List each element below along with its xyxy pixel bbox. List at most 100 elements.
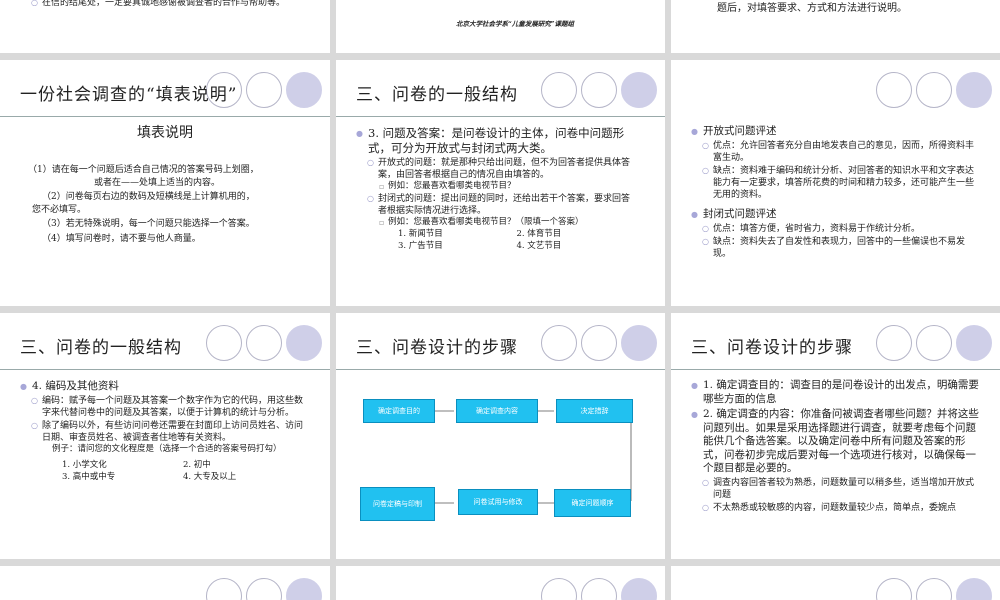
slide-thumbnail[interactable]: 三、问卷的一般结构 4. 编码及其他资料 编码：赋予每一个问题及其答案一个数字作…: [0, 313, 330, 559]
list-item: （1）请在每一个问题后适合自己情况的答案号码上划圈，: [28, 165, 259, 175]
circle-icon: [246, 72, 282, 108]
option: 3. 高中或中专: [62, 472, 116, 482]
bullet-open: 开放式的问题：就是那种只给出问题，但不为回答者提供具体答案，由回答者根据自己的情…: [356, 157, 635, 181]
options-row: 1. 小学文化 2. 初中: [20, 459, 304, 471]
slide-thumbnail[interactable]: 三、问卷的一般结构 3. 问题及答案：是问卷设计的主体，问卷中问题形式，可分为开…: [336, 60, 665, 306]
decoration-circles: [876, 72, 992, 108]
open-pro: 优点：允许回答者充分自由地发表自己的意见，因而，所得资料丰富生动。: [691, 140, 974, 164]
divider: [0, 116, 330, 117]
options-row: 3. 高中或中专 4. 大专及以上: [20, 471, 304, 483]
slide-body: 3. 问题及答案：是问卷设计的主体，问卷中问题形式，可分为开放式与封闭式两大类。…: [356, 120, 635, 252]
open-con: 缺点：资料难于编码和统计分析、对回答者的知识水平和文字表达能力有一定要求，填答所…: [691, 165, 974, 201]
slide-thumbnail[interactable]: 三、问卷设计的步骤 1. 确定调查目的：调查目的是问卷设计的出发点，明确需要哪些…: [671, 313, 1000, 559]
decoration-circles: [206, 578, 322, 600]
circle-icon: [581, 578, 617, 600]
bullet-main: 3. 问题及答案：是问卷设计的主体，问卷中问题形式，可分为开放式与封闭式两大类。: [356, 126, 635, 156]
instructions-list: （1）请在每一个问题后适合自己情况的答案号码上划圈， 或者在——处填上适当的内容…: [28, 164, 310, 245]
flow-step-1: 确定调查目的: [363, 399, 435, 423]
circle-icon: [581, 72, 617, 108]
flow-step-3: 决定措辞: [556, 399, 633, 423]
decoration-circles: [206, 325, 322, 361]
list-item: （3）若无特殊说明，每一个问题只能选择一个答案。: [42, 219, 255, 229]
circle-icon: [876, 72, 912, 108]
slide-body: 4. 编码及其他资料 编码：赋予每一个问题及其答案一个数字作为它的代码，用这些数…: [20, 373, 304, 483]
circle-icon: [541, 72, 577, 108]
slide-text: 题后，对填答要求、方式和方法进行说明。: [717, 3, 907, 14]
slide-thumbnail[interactable]: [0, 566, 330, 600]
circle-icon: [286, 578, 322, 600]
slide-body: 开放式问题评述 优点：允许回答者充分自由地发表自己的意见，因而，所得资料丰富生动…: [691, 118, 974, 260]
options-row: 3. 广告节目 4. 文艺节目: [356, 240, 635, 252]
closed-title: 封闭式问题评述: [691, 207, 974, 222]
option: 3. 广告节目: [398, 241, 443, 251]
step-2-sub-1: 调查内容回答者较为熟悉，问题数量可以稍多些，适当增加开放式问题: [691, 477, 980, 501]
slide-thumbnail[interactable]: 开放式问题评述 优点：允许回答者充分自由地发表自己的意见，因而，所得资料丰富生动…: [671, 60, 1000, 306]
flow-step-6: 问卷定稿与印制: [360, 487, 435, 521]
slide-thumbnail[interactable]: 北京大学社会学系“儿童发展研究”课题组: [336, 0, 665, 53]
closed-example: 例如：您最喜欢看哪类电视节目？（限填一个答案）: [356, 217, 635, 228]
example: 例子：请问您的文化程度是（选择一个合适的答案号码打勾）: [52, 444, 282, 454]
step-2: 2. 确定调查的内容：你准备问被调查者哪些问题？并将这些问题列出。如果是采用选择…: [691, 408, 980, 476]
circle-icon: [916, 325, 952, 361]
circle-icon: [246, 325, 282, 361]
option: 4. 大专及以上: [183, 472, 237, 482]
open-title: 开放式问题评述: [691, 124, 974, 139]
step-1: 1. 确定调查目的：调查目的是问卷设计的出发点，明确需要哪些方面的信息: [691, 379, 980, 406]
step-2-sub-2: 不太熟悉或较敏感的内容，问题数量较少点，简单点，委婉点: [691, 502, 980, 514]
list-item: 您不必填写。: [32, 204, 87, 215]
option: 2. 初中: [183, 460, 211, 470]
slide-subtitle: 填表说明: [137, 125, 193, 141]
circle-icon: [916, 72, 952, 108]
decoration-circles: [876, 578, 992, 600]
flow-connectors: [433, 410, 632, 504]
decoration-circles: [876, 325, 992, 361]
option: 4. 文艺节目: [516, 241, 562, 251]
bullet-closed: 封闭式的问题：提出问题的同时，还给出若干个答案，要求回答者根据实际情况进行选择。: [356, 193, 635, 217]
circle-icon: [286, 72, 322, 108]
option: 1. 新闻节目: [398, 229, 443, 239]
divider: [671, 369, 1000, 370]
circle-icon: [286, 325, 322, 361]
slide-text: 在信的结尾处，一定要真诚地感谢被调查者的合作与帮助等。: [20, 0, 290, 9]
circle-icon: [246, 578, 282, 600]
slide-title: 三、问卷的一般结构: [20, 338, 182, 358]
slide-thumbnail[interactable]: 一份社会调查的“填表说明” 填表说明 （1）请在每一个问题后适合自己情况的答案号…: [0, 60, 330, 306]
decoration-circles: [541, 578, 657, 600]
slide-title: 三、问卷的一般结构: [356, 85, 518, 105]
slide-thumbnail[interactable]: [671, 566, 1000, 600]
options-row: 1. 新闻节目 2. 体育节目: [356, 228, 635, 240]
circle-icon: [956, 325, 992, 361]
circle-icon: [206, 578, 242, 600]
circle-icon: [916, 578, 952, 600]
circle-icon: [876, 578, 912, 600]
slide-thumbnail[interactable]: 题后，对填答要求、方式和方法进行说明。: [671, 0, 1000, 53]
slide-thumbnail[interactable]: 在信的结尾处，一定要真诚地感谢被调查者的合作与帮助等。: [0, 0, 330, 53]
slide-thumbnail[interactable]: 三、问卷设计的步骤 确定调查目的 确定调查内容 决定措辞 问卷定稿与印制 问卷试…: [336, 313, 665, 559]
list-item: （4）填写问卷时，请不要与他人商量。: [42, 233, 201, 244]
slide-title: 三、问卷设计的步骤: [691, 338, 853, 358]
option: 2. 体育节目: [516, 229, 562, 239]
option: 1. 小学文化: [62, 460, 107, 470]
slide-title: 一份社会调查的“填表说明”: [20, 85, 238, 105]
flow-step-5: 问卷试用与修改: [458, 489, 538, 515]
circle-icon: [956, 578, 992, 600]
circle-icon: [876, 325, 912, 361]
closed-pro: 优点：填答方便，省时省力，资料易于作统计分析。: [691, 223, 974, 235]
flow-step-4: 确定问题顺序: [554, 489, 631, 517]
divider: [0, 369, 330, 370]
list-item: （2）问卷每页右边的数码及短横线是上计算机用的，: [42, 192, 255, 202]
bullet-other: 除了编码以外，有些访问问卷还需要在封面印上访问员姓名、访问日期、审查员姓名、被调…: [20, 420, 304, 444]
closed-con: 缺点：资料失去了自发性和表现力，回答中的一些偏误也不易发现。: [691, 236, 974, 260]
bullet-code: 编码：赋予每一个问题及其答案一个数字作为它的代码，用这些数字来代替问卷中的问题及…: [20, 395, 304, 419]
bullet-main: 4. 编码及其他资料: [20, 379, 304, 394]
circle-icon: [541, 578, 577, 600]
divider: [336, 116, 665, 117]
flow-step-2: 确定调查内容: [456, 399, 538, 423]
list-item: 或者在——处填上适当的内容。: [94, 177, 221, 188]
open-example: 例如：您最喜欢看哪类电视节目？: [356, 181, 635, 192]
slide-thumbnail[interactable]: [336, 566, 665, 600]
slide-body: 1. 确定调查目的：调查目的是问卷设计的出发点，明确需要哪些方面的信息 2. 确…: [691, 373, 980, 514]
circle-icon: [621, 578, 657, 600]
circle-icon: [956, 72, 992, 108]
slide-text: 北京大学社会学系“儿童发展研究”课题组: [456, 20, 574, 28]
